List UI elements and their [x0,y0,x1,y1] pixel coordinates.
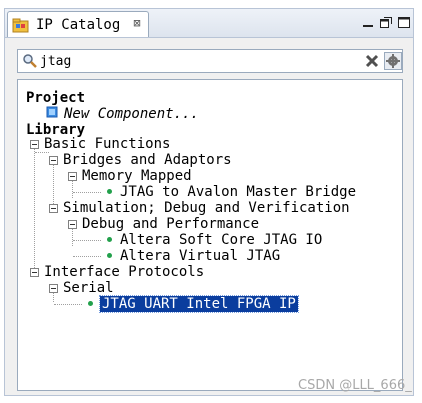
tree-folder-bridges-adaptors[interactable]: Bridges and Adaptors [63,152,232,168]
maximize-icon[interactable] [397,15,411,29]
tree-folder-simulation-debug[interactable]: Simulation; Debug and Verification [63,200,350,216]
tab-title: IP Catalog [36,16,121,33]
tree-folder-memory-mapped[interactable]: Memory Mapped [82,168,192,184]
tab-bar: IP Catalog ⊠ [5,9,413,38]
tree-connector [73,240,101,241]
tree-item-jtag-avalon-bridge[interactable]: JTAG to Avalon Master Bridge [120,184,356,200]
collapse-icon[interactable] [49,156,58,165]
collapse-icon[interactable] [49,204,58,213]
collapse-icon[interactable] [49,284,58,293]
tab-close-icon[interactable]: ⊠ [130,16,144,30]
tree-connector [73,256,101,257]
tree-connector [34,142,35,270]
tree-connector [35,152,49,153]
gear-icon[interactable] [384,52,402,70]
tree-connector [53,158,54,206]
clear-search-icon[interactable] [364,53,380,69]
ip-catalog-panel: IP Catalog ⊠ jtag Project New Component.… [4,8,414,396]
catalog-icon [12,17,30,33]
tab-ip-catalog[interactable]: IP Catalog ⊠ [7,11,149,37]
collapse-icon[interactable] [30,140,39,149]
restore-icon[interactable] [379,15,393,29]
tree-folder-basic-functions[interactable]: Basic Functions [44,136,170,152]
tree-folder-serial[interactable]: Serial [63,280,114,296]
tree-folder-interface-protocols[interactable]: Interface Protocols [44,264,204,280]
collapse-icon[interactable] [30,268,39,277]
watermark: CSDN @LLL_666_ [298,378,412,393]
search-icon [22,53,38,69]
tree-item-jtag-uart[interactable]: JTAG UART Intel FPGA IP [99,295,299,313]
ip-leaf-icon [107,253,112,258]
ip-tree: Project New Component... Library Basic F… [17,79,403,391]
new-component-icon [46,103,58,118]
tree-item-altera-soft-core-jtag[interactable]: Altera Soft Core JTAG IO [120,232,322,248]
tree-connector [54,304,82,305]
tree-folder-debug-performance[interactable]: Debug and Performance [82,216,259,232]
search-input[interactable] [40,51,360,71]
search-box [17,49,403,73]
minimize-icon[interactable] [361,15,375,29]
ip-leaf-icon [88,301,93,306]
tree-item-new-component[interactable]: New Component... [64,106,199,122]
ip-leaf-icon [107,237,112,242]
tree-connector [73,192,101,193]
tree-item-altera-virtual-jtag[interactable]: Altera Virtual JTAG [120,248,280,264]
collapse-icon[interactable] [68,172,77,181]
collapse-icon[interactable] [68,220,77,229]
ip-leaf-icon [107,189,112,194]
